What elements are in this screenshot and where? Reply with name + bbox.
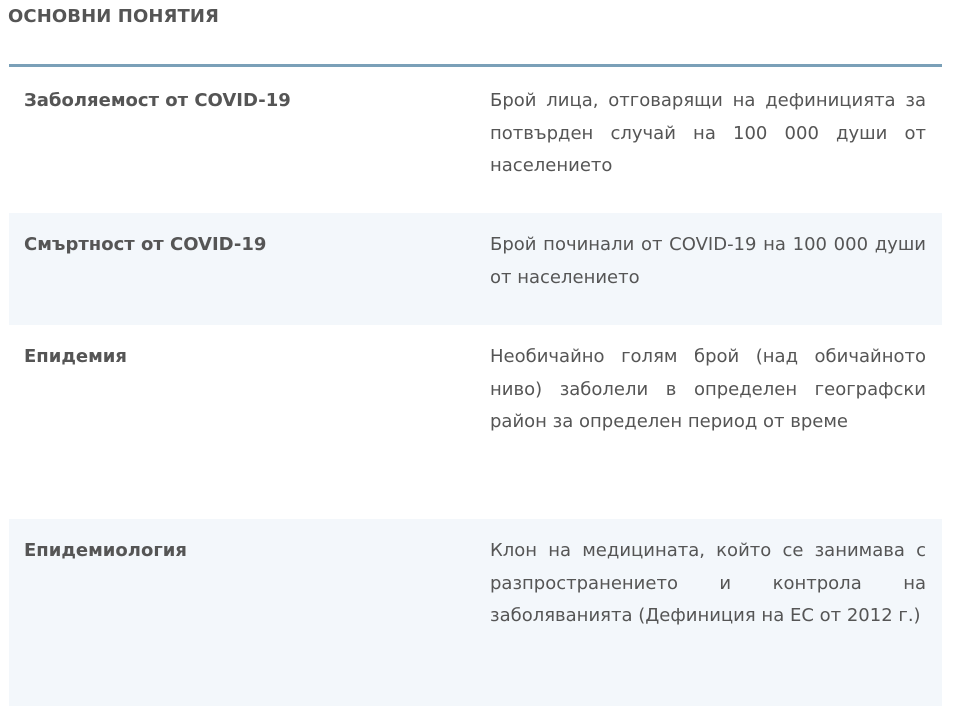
definitions-table: Заболяемост от COVID-19 Брой лица, отгов… <box>9 67 942 706</box>
term-cell: Епидемиология <box>24 540 187 561</box>
definition-cell: Необичайно голям брой (над обичайното ни… <box>490 346 926 432</box>
table-row: Епидемия Необичайно голям брой (над обич… <box>9 325 942 519</box>
term-cell: Заболяемост от COVID-19 <box>24 90 291 111</box>
table-row: Смъртност от COVID-19 Брой починали от C… <box>9 213 942 325</box>
term-cell: Смъртност от COVID-19 <box>24 234 267 255</box>
definition-cell: Брой починали от COVID-19 на 100 000 душ… <box>490 234 926 288</box>
section-title: ОСНОВНИ ПОНЯТИЯ <box>8 6 219 27</box>
table-row: Заболяемост от COVID-19 Брой лица, отгов… <box>9 67 942 213</box>
definition-cell: Брой лица, отговарящи на дефиницията за … <box>490 90 926 176</box>
definition-cell: Клон на медицината, който се занимава с … <box>490 540 926 626</box>
table-row: Епидемиология Клон на медицината, който … <box>9 519 942 706</box>
term-cell: Епидемия <box>24 346 127 367</box>
